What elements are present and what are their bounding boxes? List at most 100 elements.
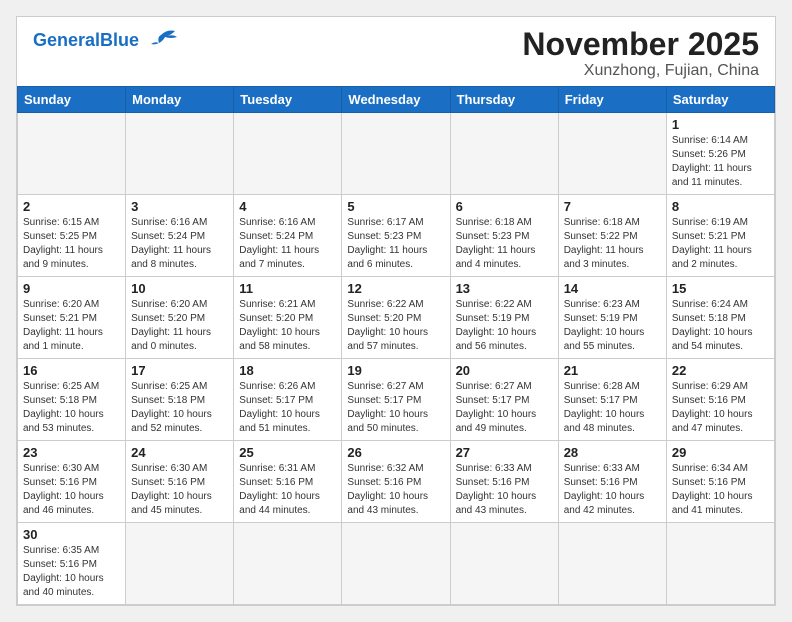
- calendar-cell: [342, 523, 450, 605]
- day-number: 26: [347, 445, 444, 460]
- day-info: Sunrise: 6:35 AMSunset: 5:16 PMDaylight:…: [23, 544, 120, 600]
- day-number: 14: [564, 281, 661, 296]
- header: GeneralBlue November 2025 Xunzhong, Fuji…: [17, 17, 775, 86]
- day-info: Sunrise: 6:25 AMSunset: 5:18 PMDaylight:…: [131, 380, 228, 436]
- calendar-cell: 16Sunrise: 6:25 AMSunset: 5:18 PMDayligh…: [18, 359, 126, 441]
- day-number: 18: [239, 363, 336, 378]
- calendar-cell: 22 Sunrise: 6:29 AMSunset: 5:16 PMDayligh…: [666, 359, 774, 441]
- weekday-header-sunday: Sunday: [18, 87, 126, 113]
- calendar-cell: 6 Sunrise: 6:18 AMSunset: 5:23 PMDaylight…: [450, 195, 558, 277]
- calendar-cell: [342, 113, 450, 195]
- calendar-cell: 15Sunrise: 6:24 AMSunset: 5:18 PMDayligh…: [666, 277, 774, 359]
- calendar-cell: [450, 113, 558, 195]
- month-title: November 2025: [522, 27, 759, 62]
- calendar-cell: 10 Sunrise: 6:20 AMSunset: 5:20 PMDayligh…: [126, 277, 234, 359]
- calendar-cell: 28Sunrise: 6:33 AMSunset: 5:16 PMDayligh…: [558, 441, 666, 523]
- weekday-header-thursday: Thursday: [450, 87, 558, 113]
- calendar-cell: 4 Sunrise: 6:16 AMSunset: 5:24 PMDaylight…: [234, 195, 342, 277]
- day-number: 6: [456, 199, 553, 214]
- calendar-week-4: 16Sunrise: 6:25 AMSunset: 5:18 PMDayligh…: [18, 359, 775, 441]
- calendar-cell: 3 Sunrise: 6:16 AMSunset: 5:24 PMDaylight…: [126, 195, 234, 277]
- calendar-week-1: 1 Sunrise: 6:14 AMSunset: 5:26 PMDaylight…: [18, 113, 775, 195]
- day-info: Sunrise: 6:22 AMSunset: 5:19 PMDaylight:…: [456, 298, 553, 354]
- day-info: Sunrise: 6:16 AMSunset: 5:24 PMDaylight:…: [239, 216, 336, 272]
- day-number: 22: [672, 363, 769, 378]
- calendar-cell: 9 Sunrise: 6:20 AMSunset: 5:21 PMDaylight…: [18, 277, 126, 359]
- day-info: Sunrise: 6:27 AMSunset: 5:17 PMDaylight:…: [456, 380, 553, 436]
- day-info: Sunrise: 6:30 AMSunset: 5:16 PMDaylight:…: [23, 462, 120, 518]
- calendar-cell: 29 Sunrise: 6:34 AMSunset: 5:16 PMDayligh…: [666, 441, 774, 523]
- day-number: 23: [23, 445, 120, 460]
- day-info: Sunrise: 6:18 AMSunset: 5:23 PMDaylight:…: [456, 216, 553, 272]
- calendar-cell: 23 Sunrise: 6:30 AMSunset: 5:16 PMDayligh…: [18, 441, 126, 523]
- day-info: Sunrise: 6:34 AMSunset: 5:16 PMDaylight:…: [672, 462, 769, 518]
- logo-general: General: [33, 30, 100, 50]
- calendar-cell: 17Sunrise: 6:25 AMSunset: 5:18 PMDayligh…: [126, 359, 234, 441]
- day-info: Sunrise: 6:32 AMSunset: 5:16 PMDaylight:…: [347, 462, 444, 518]
- day-info: Sunrise: 6:15 AMSunset: 5:25 PMDaylight:…: [23, 216, 120, 272]
- calendar-cell: [666, 523, 774, 605]
- logo-text: GeneralBlue: [33, 31, 139, 49]
- calendar-cell: 8 Sunrise: 6:19 AMSunset: 5:21 PMDaylight…: [666, 195, 774, 277]
- calendar-container: GeneralBlue November 2025 Xunzhong, Fuji…: [16, 16, 776, 606]
- calendar-week-6: 30 Sunrise: 6:35 AMSunset: 5:16 PMDayligh…: [18, 523, 775, 605]
- calendar-cell: [126, 113, 234, 195]
- calendar-cell: 2 Sunrise: 6:15 AMSunset: 5:25 PMDaylight…: [18, 195, 126, 277]
- calendar-cell: 18 Sunrise: 6:26 AMSunset: 5:17 PMDayligh…: [234, 359, 342, 441]
- day-info: Sunrise: 6:16 AMSunset: 5:24 PMDaylight:…: [131, 216, 228, 272]
- day-info: Sunrise: 6:26 AMSunset: 5:17 PMDaylight:…: [239, 380, 336, 436]
- day-info: Sunrise: 6:19 AMSunset: 5:21 PMDaylight:…: [672, 216, 769, 272]
- logo: GeneralBlue: [33, 27, 179, 49]
- weekday-header-wednesday: Wednesday: [342, 87, 450, 113]
- day-number: 27: [456, 445, 553, 460]
- day-number: 11: [239, 281, 336, 296]
- day-info: Sunrise: 6:23 AMSunset: 5:19 PMDaylight:…: [564, 298, 661, 354]
- calendar-week-2: 2 Sunrise: 6:15 AMSunset: 5:25 PMDaylight…: [18, 195, 775, 277]
- calendar-cell: 30 Sunrise: 6:35 AMSunset: 5:16 PMDayligh…: [18, 523, 126, 605]
- calendar-cell: 5Sunrise: 6:17 AMSunset: 5:23 PMDaylight…: [342, 195, 450, 277]
- logo-blue: Blue: [100, 30, 139, 50]
- calendar-cell: 19Sunrise: 6:27 AMSunset: 5:17 PMDayligh…: [342, 359, 450, 441]
- calendar-cell: 27Sunrise: 6:33 AMSunset: 5:16 PMDayligh…: [450, 441, 558, 523]
- calendar-cell: 14 Sunrise: 6:23 AMSunset: 5:19 PMDayligh…: [558, 277, 666, 359]
- day-number: 9: [23, 281, 120, 296]
- day-info: Sunrise: 6:27 AMSunset: 5:17 PMDaylight:…: [347, 380, 444, 436]
- day-info: Sunrise: 6:14 AMSunset: 5:26 PMDaylight:…: [672, 134, 769, 190]
- day-info: Sunrise: 6:31 AMSunset: 5:16 PMDaylight:…: [239, 462, 336, 518]
- day-number: 12: [347, 281, 444, 296]
- day-number: 10: [131, 281, 228, 296]
- day-number: 30: [23, 527, 120, 542]
- calendar-cell: [558, 113, 666, 195]
- calendar-cell: 7 Sunrise: 6:18 AMSunset: 5:22 PMDaylight…: [558, 195, 666, 277]
- day-info: Sunrise: 6:29 AMSunset: 5:16 PMDaylight:…: [672, 380, 769, 436]
- weekday-header-row: SundayMondayTuesdayWednesdayThursdayFrid…: [18, 87, 775, 113]
- day-number: 24: [131, 445, 228, 460]
- logo-bird-icon: [141, 27, 179, 49]
- calendar-week-3: 9 Sunrise: 6:20 AMSunset: 5:21 PMDaylight…: [18, 277, 775, 359]
- day-number: 29: [672, 445, 769, 460]
- day-number: 7: [564, 199, 661, 214]
- day-info: Sunrise: 6:20 AMSunset: 5:20 PMDaylight:…: [131, 298, 228, 354]
- day-info: Sunrise: 6:28 AMSunset: 5:17 PMDaylight:…: [564, 380, 661, 436]
- calendar-body: 1 Sunrise: 6:14 AMSunset: 5:26 PMDaylight…: [18, 113, 775, 605]
- day-number: 4: [239, 199, 336, 214]
- day-info: Sunrise: 6:21 AMSunset: 5:20 PMDaylight:…: [239, 298, 336, 354]
- calendar-cell: 20Sunrise: 6:27 AMSunset: 5:17 PMDayligh…: [450, 359, 558, 441]
- location-title: Xunzhong, Fujian, China: [522, 62, 759, 80]
- calendar-cell: [558, 523, 666, 605]
- day-number: 21: [564, 363, 661, 378]
- calendar-cell: 21 Sunrise: 6:28 AMSunset: 5:17 PMDayligh…: [558, 359, 666, 441]
- weekday-header-saturday: Saturday: [666, 87, 774, 113]
- calendar-cell: 24Sunrise: 6:30 AMSunset: 5:16 PMDayligh…: [126, 441, 234, 523]
- calendar-cell: 25Sunrise: 6:31 AMSunset: 5:16 PMDayligh…: [234, 441, 342, 523]
- day-number: 2: [23, 199, 120, 214]
- day-info: Sunrise: 6:20 AMSunset: 5:21 PMDaylight:…: [23, 298, 120, 354]
- day-number: 15: [672, 281, 769, 296]
- calendar-cell: [234, 523, 342, 605]
- weekday-header-monday: Monday: [126, 87, 234, 113]
- day-info: Sunrise: 6:18 AMSunset: 5:22 PMDaylight:…: [564, 216, 661, 272]
- day-number: 3: [131, 199, 228, 214]
- title-block: November 2025 Xunzhong, Fujian, China: [522, 27, 759, 80]
- day-number: 8: [672, 199, 769, 214]
- day-number: 1: [672, 117, 769, 132]
